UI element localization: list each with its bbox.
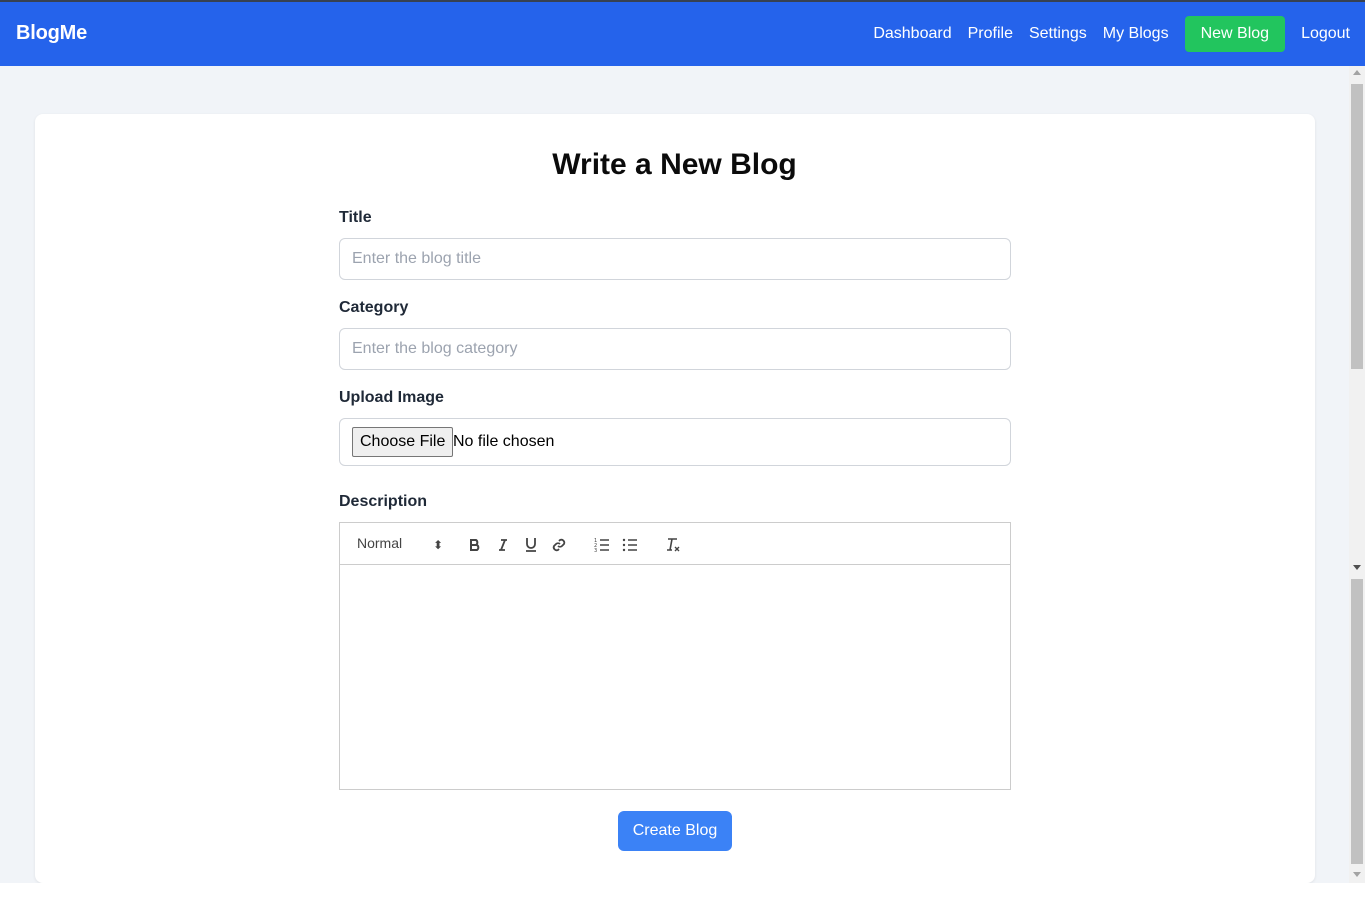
rich-text-editor: Normal ⬍ 123 [339, 522, 1011, 790]
nav-link-profile[interactable]: Profile [968, 16, 1013, 52]
title-input[interactable] [339, 238, 1011, 280]
nav-link-dashboard[interactable]: Dashboard [873, 16, 951, 52]
nav-link-settings[interactable]: Settings [1029, 16, 1087, 52]
scroll-up-arrow-icon[interactable] [1353, 70, 1361, 75]
scroll-down-arrow-icon[interactable] [1353, 565, 1361, 570]
upload-image-label: Upload Image [339, 389, 444, 406]
scroll-track-lower[interactable] [1351, 579, 1363, 864]
nav-links: Dashboard Profile Settings My Blogs New … [857, 16, 1350, 52]
scroll-thumb[interactable] [1351, 84, 1363, 369]
editor-toolbar: Normal ⬍ 123 [340, 523, 1010, 565]
new-blog-button[interactable]: New Blog [1184, 16, 1286, 52]
page-title: Write a New Blog [552, 148, 797, 181]
scroll-bottom-arrow-icon[interactable] [1353, 872, 1361, 877]
format-select-value: Normal [357, 535, 403, 551]
file-status-text: No file chosen [453, 433, 555, 450]
editor-content-area[interactable] [340, 566, 1010, 789]
vertical-scrollbar[interactable] [1349, 66, 1365, 883]
file-upload-field[interactable]: Choose File No file chosen [339, 418, 1011, 466]
select-arrows-icon: ⬍ [432, 538, 443, 552]
description-label: Description [339, 493, 428, 510]
format-select[interactable]: Normal ⬍ [357, 535, 443, 555]
category-label: Category [339, 299, 409, 316]
create-blog-button[interactable]: Create Blog [618, 811, 732, 851]
ordered-list-icon[interactable]: 123 [591, 534, 613, 556]
brand-logo[interactable]: BlogMe [16, 22, 87, 45]
underline-icon[interactable] [520, 534, 542, 556]
navbar: BlogMe Dashboard Profile Settings My Blo… [0, 2, 1365, 66]
link-icon[interactable] [548, 534, 570, 556]
bullet-list-icon[interactable] [619, 534, 641, 556]
clear-format-icon[interactable] [662, 534, 684, 556]
nav-link-my-blogs[interactable]: My Blogs [1103, 16, 1169, 52]
page-bottom-edge [0, 883, 1365, 907]
italic-icon[interactable] [492, 534, 514, 556]
choose-file-button[interactable]: Choose File [352, 427, 454, 457]
category-input[interactable] [339, 328, 1011, 370]
bold-icon[interactable] [464, 534, 486, 556]
svg-text:3: 3 [594, 548, 597, 553]
title-label: Title [339, 209, 372, 226]
logout-button[interactable]: Logout [1301, 16, 1350, 52]
